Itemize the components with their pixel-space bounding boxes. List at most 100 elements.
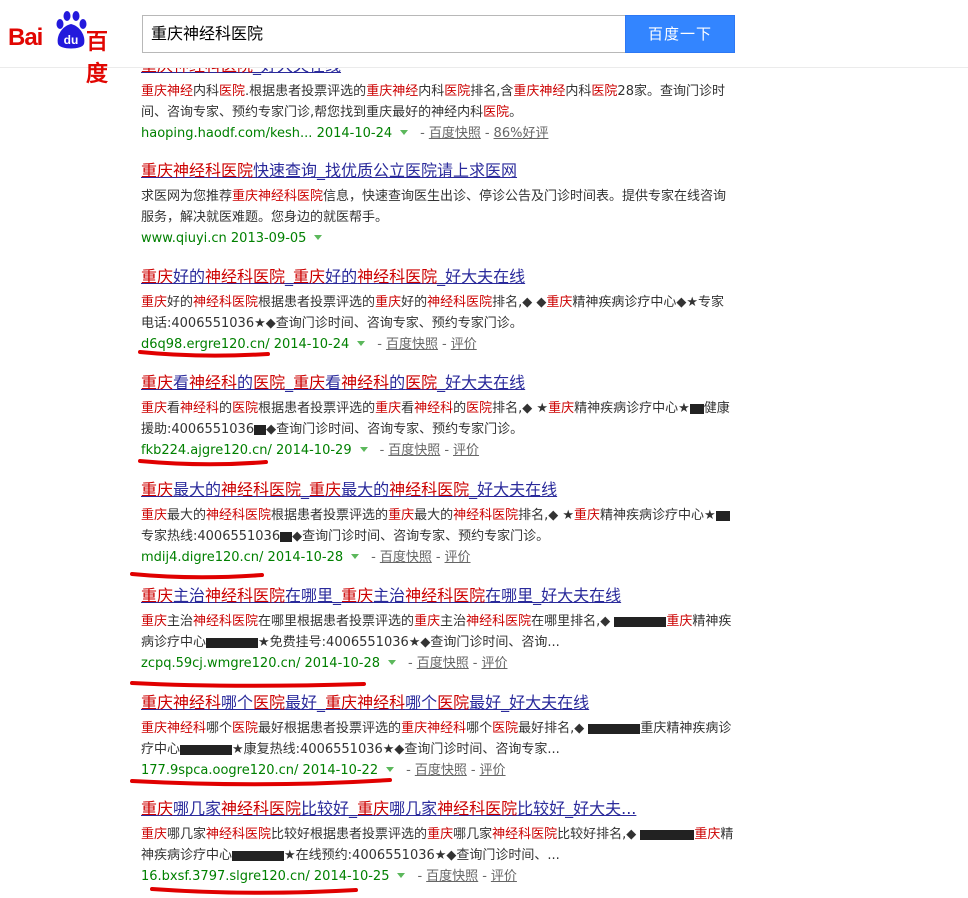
keyword-highlight: 重庆 [309,480,342,499]
redacted-block [640,829,681,840]
result-abstract: 求医网为您推荐重庆神经科医院信息，快速查询医生出诊、停诊公告及门诊时间表。提供专… [141,186,737,228]
text-segment: 比较好_好大夫... [517,799,637,818]
keyword-highlight: 重庆 [357,799,390,818]
keyword-highlight: 重庆 [293,267,326,286]
text-segment: 求医网为您推荐 [141,189,233,204]
dropdown-arrow-icon[interactable] [386,767,395,772]
redacted-block [232,850,285,861]
text-segment: 哪几家 [389,799,438,818]
snapshot-link[interactable]: 百度快照 [388,443,440,458]
search-input[interactable]: 重庆神经科医院 [142,15,626,53]
text-segment: ★康复热线:4006551036★◆查询门诊时间、咨询专家... [232,742,560,757]
result-title-link[interactable]: 重庆神经科哪个医院最好_重庆神经科哪个医院最好_好大夫在线 [141,692,741,714]
dropdown-arrow-icon[interactable] [397,873,406,878]
text-segment: 好的 [173,267,206,286]
keyword-highlight: 重庆神经科医院 [232,189,324,204]
keyword-highlight: 神经科医院 [427,295,493,310]
snapshot-link[interactable]: 百度快照 [386,337,438,352]
result-url-line: 177.9spca.oogre120.cn/ 2014-10-22- 百度快照 - 评… [141,763,506,778]
result-title-link[interactable]: 重庆好的神经科医院_重庆好的神经科医院_好大夫在线 [141,266,741,288]
baidu-logo[interactable]: Bai du 百度 [8,10,128,87]
keyword-highlight: 神经科医院 [206,827,272,842]
result-title-link[interactable]: 重庆神经科医院快速查询_找优质公立医院请上求医网 [141,160,741,182]
keyword-highlight: 神经科医院 [492,827,558,842]
dropdown-arrow-icon[interactable] [388,660,397,665]
keyword-highlight: 医院 [492,721,519,736]
keyword-highlight: 神经科 [414,401,454,416]
dropdown-arrow-icon[interactable] [314,235,323,240]
keyword-highlight: 重庆神经 [513,84,566,99]
text-segment: 的 [389,373,406,392]
snapshot-link[interactable]: 百度快照 [417,656,469,671]
keyword-highlight: 重庆 [141,480,174,499]
text-segment: 哪几家 [167,827,207,842]
result-url: fkb224.ajgre120.cn/ 2014-10-29 [141,443,352,458]
keyword-highlight: 医院 [483,105,510,120]
text-segment: 的 [237,373,254,392]
dropdown-arrow-icon[interactable] [357,341,366,346]
result-url-line: www.qiuyi.cn 2013-09-05 [141,229,741,249]
results-list: 重庆神经科医院_好大夫在线 重庆神经内科医院.根据患者投票评选的重庆神经内科医院… [0,0,968,898]
result-url-line: d6q98.ergre120.cn/ 2014-10-24- 百度快照 - 评价 [141,337,477,352]
redacted-block [206,637,259,648]
rating-link[interactable]: 评价 [480,763,506,778]
dropdown-arrow-icon[interactable] [351,554,360,559]
rating-link[interactable]: 评价 [481,656,507,671]
rating-link[interactable]: 评价 [445,550,471,565]
text-segment: 最好排名,◆ [518,721,589,736]
keyword-highlight: 重庆神经科医院 [141,161,254,180]
text-segment: 主治 [440,614,467,629]
keyword-highlight: 重庆 [694,827,721,842]
text-segment: 快速查询_找优质公立医院请上求医网 [253,161,518,180]
text-segment: 排名,◆ ◆ [492,295,547,310]
rating-link[interactable]: 86%好评 [494,126,549,141]
keyword-highlight: 重庆 [141,295,168,310]
keyword-highlight: 重庆 [141,586,174,605]
text-segment: 。 [509,105,523,120]
snapshot-link[interactable]: 百度快照 [380,550,432,565]
text-segment: 好的 [325,267,358,286]
text-segment: 主治 [167,614,194,629]
text-segment: 在哪里_好大夫在线 [485,586,622,605]
text-segment: 哪个 [206,721,233,736]
snapshot-link[interactable]: 百度快照 [429,126,481,141]
snapshot-link[interactable]: 百度快照 [415,763,467,778]
result-title-link[interactable]: 重庆哪几家神经科医院比较好_重庆哪几家神经科医院比较好_好大夫... [141,798,741,820]
keyword-highlight: 神经科医院 [205,267,286,286]
dropdown-arrow-icon[interactable] [359,447,368,452]
result-url: 177.9spca.oogre120.cn/ 2014-10-22 [141,763,379,778]
keyword-highlight: 神经科医院 [205,586,286,605]
result-title-link[interactable]: 重庆最大的神经科医院_重庆最大的神经科医院_好大夫在线 [141,479,741,501]
text-segment: ★免费挂号:4006551036★◆查询门诊时间、咨询... [258,635,560,650]
keyword-highlight: 重庆 [666,614,693,629]
text-segment: 内科 [418,84,445,99]
keyword-highlight: 医院 [437,693,470,712]
keyword-highlight: 神经科医院 [389,480,470,499]
keyword-highlight: 重庆神经 [366,84,419,99]
keyword-highlight: 重庆神经科 [401,721,467,736]
text-segment: _好大夫在线 [437,373,526,392]
keyword-highlight: 重庆 [141,827,168,842]
text-segment: 好的 [401,295,428,310]
result-title-link[interactable]: 重庆看神经科的医院_重庆看神经科的医院_好大夫在线 [141,372,741,394]
redacted-block [689,403,704,414]
keyword-highlight: 重庆 [341,586,374,605]
rating-link[interactable]: 评价 [453,443,479,458]
text-segment: 精神疾病诊疗中心★ [574,401,690,416]
keyword-highlight: 重庆 [574,508,601,523]
snapshot-link[interactable]: 百度快照 [426,869,478,884]
dropdown-arrow-icon[interactable] [400,130,409,135]
redacted-block [180,744,233,755]
result-title-link[interactable]: 重庆主治神经科医院在哪里_重庆主治神经科医院在哪里_好大夫在线 [141,585,741,607]
rating-link[interactable]: 评价 [491,869,517,884]
result-url: haoping.haodf.com/kesh... 2014-10-24 [141,126,393,141]
redacted-block [280,531,293,542]
keyword-highlight: 重庆神经科 [325,693,406,712]
keyword-highlight: 重庆 [293,373,326,392]
result-url: zcpq.59cj.wmgre120.cn/ 2014-10-28 [141,656,381,671]
result-url: www.qiuyi.cn 2013-09-05 [141,231,307,246]
text-segment: 专家热线:4006551036 [141,529,281,544]
search-button[interactable]: 百度一下 [625,15,735,53]
rating-link[interactable]: 评价 [451,337,477,352]
text-segment: 哪个 [221,693,254,712]
